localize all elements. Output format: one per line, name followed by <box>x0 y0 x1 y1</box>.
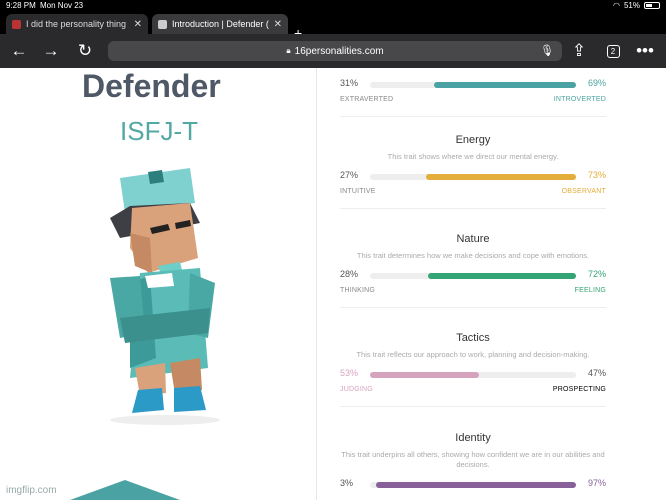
trait-bar <box>370 272 576 279</box>
battery-icon <box>644 2 660 9</box>
decorative-shape <box>70 480 180 500</box>
tab-bar: I did the personality thing ✕ Introducti… <box>0 12 666 41</box>
microphone-icon[interactable]: 🎙︎ <box>540 44 554 57</box>
battery-level: 51% <box>623 1 640 10</box>
trait-tactics: Tactics This trait reflects our approach… <box>340 332 606 407</box>
trait-left-percent: 53% <box>340 367 359 378</box>
trait-left-label: EXTRAVERTED <box>340 96 394 103</box>
trait-left-percent: 31% <box>340 78 359 88</box>
address-url: 16personalities.com <box>294 45 384 57</box>
trait-left-percent: 3% <box>340 477 354 488</box>
wifi-icon: ◠ <box>613 1 620 10</box>
trait-bar-fill <box>425 173 576 180</box>
type-code: ISFJ-T <box>120 116 198 146</box>
watermark: imgflip.com <box>6 485 57 496</box>
trait-right-label: INTROVERTED <box>553 96 606 103</box>
trait-left-label: INTUITIVE <box>340 187 376 195</box>
trait-bar <box>370 481 576 488</box>
trait-left-percent: 28% <box>340 268 359 279</box>
tabs-overview-button[interactable]: 2 <box>602 40 624 62</box>
trait-right-label: FEELING <box>574 286 606 294</box>
trait-bar <box>370 173 576 180</box>
forward-arrow-icon[interactable]: → <box>40 40 62 62</box>
tab-count: 2 <box>606 44 620 58</box>
trait-bar <box>370 371 576 378</box>
trait-right-percent: 72% <box>587 268 606 279</box>
close-tab-icon[interactable]: ✕ <box>274 19 282 30</box>
defender-character-illustration <box>110 168 220 425</box>
trait-right-percent: 73% <box>587 169 606 180</box>
tab-title: I did the personality thing <box>26 19 127 29</box>
back-arrow-icon[interactable]: ← <box>8 40 30 62</box>
trait-bar-fill <box>427 272 576 279</box>
browser-toolbar: ← → ↻ 🔒︎ 16personalities.com 🎙︎ ⇪ 2 ••• <box>0 34 666 68</box>
tab-title: Introduction | Defender (ISFJ <box>172 19 269 29</box>
trait-separator <box>340 306 606 308</box>
trait-energy: Energy This trait shows where we direct … <box>340 134 606 209</box>
column-divider <box>316 68 317 500</box>
trait-left-label: JUDGING <box>340 385 373 393</box>
trait-title: Identity <box>455 432 491 444</box>
trait-right-percent: 47% <box>587 367 606 378</box>
close-tab-icon[interactable]: ✕ <box>134 19 142 30</box>
trait-separator <box>340 207 606 209</box>
trait-bar-fill <box>376 481 576 488</box>
trait-bar <box>370 82 576 88</box>
trait-separator <box>340 405 606 407</box>
trait-description: This trait shows where we direct our men… <box>387 152 559 161</box>
address-bar[interactable]: 🔒︎ 16personalities.com 🎙︎ <box>108 41 562 61</box>
trait-title: Tactics <box>456 332 490 344</box>
trait-left-label: THINKING <box>340 286 376 294</box>
type-name: Defender <box>82 68 221 104</box>
share-icon[interactable]: ⇪ <box>568 40 590 62</box>
trait-right-percent: 97% <box>587 477 606 488</box>
tab-personality[interactable]: I did the personality thing ✕ <box>6 14 148 34</box>
lock-icon: 🔒︎ <box>286 46 291 55</box>
status-date: Mon Nov 23 <box>40 1 84 10</box>
trait-bar-fill <box>433 82 576 88</box>
trait-separator <box>340 116 606 117</box>
trait-description: This trait determines how we make decisi… <box>356 251 590 260</box>
tab-introduction[interactable]: Introduction | Defender (ISFJ ✕ <box>152 14 288 34</box>
trait-title: Nature <box>456 233 490 245</box>
trait-right-label: OBSERVANT <box>561 187 606 195</box>
trait-right-percent: 69% <box>587 78 606 88</box>
tab-favicon-icon <box>158 19 167 29</box>
trait-identity: Identity This trait underpins all others… <box>340 432 606 490</box>
reload-icon[interactable]: ↻ <box>74 40 96 62</box>
trait-title: Energy <box>455 134 491 146</box>
tab-favicon-icon <box>12 19 21 29</box>
trait-nature: Nature This trait determines how we make… <box>340 233 606 308</box>
trait-left-percent: 27% <box>340 169 359 180</box>
trait-description: This trait reflects our approach to work… <box>356 350 590 359</box>
trait-mind: 31% 69% EXTRAVERTED INTROVERTED <box>340 78 606 117</box>
trait-right-label: PROSPECTING <box>552 385 606 393</box>
status-bar: 9:28 PM Mon Nov 23 ◠ 51% <box>0 0 666 12</box>
trait-description: This trait underpins all others, showing… <box>341 450 605 469</box>
more-dots-icon[interactable]: ••• <box>634 40 656 62</box>
web-page: Defender ISFJ-T 31% 69% EXTRAVERTED INTR… <box>0 68 666 500</box>
trait-bar-fill <box>370 371 480 378</box>
status-time: 9:28 PM <box>6 1 36 10</box>
